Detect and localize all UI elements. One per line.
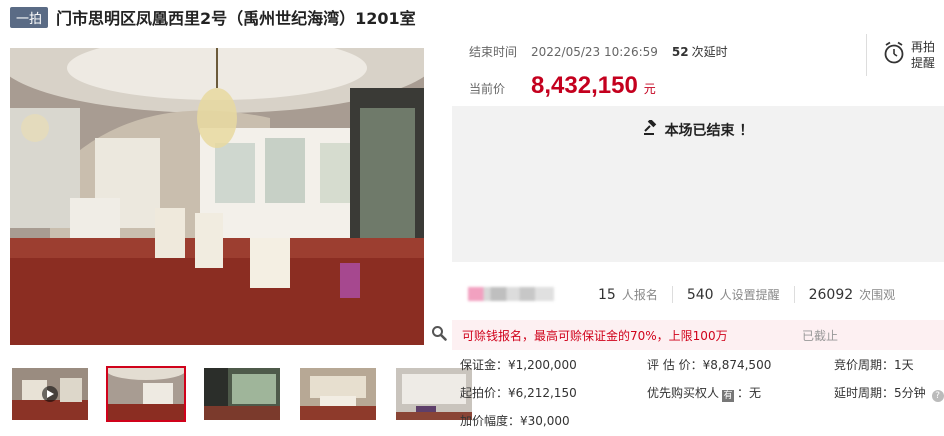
auction-round-badge: 一拍 xyxy=(10,6,49,28)
end-time-row: 结束时间 2022/05/23 10:26:59 52 次延时 xyxy=(469,43,728,60)
price-unit: 元 xyxy=(643,82,656,96)
stat-label: 人设置提醒 xyxy=(719,287,780,302)
play-icon xyxy=(42,386,58,402)
delay-cycle: 延时周期：5分钟? xyxy=(834,384,944,402)
auction-ended-panel: 本场已结束 ！ xyxy=(452,106,944,262)
stat-number: 26092 xyxy=(808,286,854,303)
end-time-value: 2022/05/23 10:26:59 xyxy=(531,44,658,59)
thumbnail-video[interactable] xyxy=(10,366,90,422)
stat-reminders: 540 人设置提醒 xyxy=(673,285,795,303)
stats-row: 15 人报名 540 人设置提醒 26092 次围观 xyxy=(452,276,944,312)
stat-registered: 15 人报名 xyxy=(584,285,673,303)
delay-count: 52 次延时 xyxy=(672,43,728,60)
delay-count-label: 次延时 xyxy=(691,45,728,59)
start-price: 起拍价：¥6,212,150 xyxy=(460,386,577,400)
stat-number: 15 xyxy=(598,286,616,303)
main-photo[interactable] xyxy=(10,48,424,345)
stat-views: 26092 次围观 xyxy=(795,286,910,303)
reauction-remind-button[interactable]: 再拍提醒 xyxy=(866,34,944,76)
delay-cycle-text: 延时周期：5分钟 xyxy=(834,386,926,400)
auction-ended-text: 本场已结束 ！ xyxy=(664,123,754,139)
thumbnail-strip xyxy=(10,366,474,422)
priority-tag-icon: 有 xyxy=(722,390,735,402)
stat-label: 次围观 xyxy=(859,287,896,302)
priority-buyer: 优先购买权人有：无 xyxy=(647,384,761,402)
gavel-icon xyxy=(643,118,659,140)
title-row: 一拍 门市思明区凤凰西里2号（禹州世纪海湾）1201室 xyxy=(10,6,416,28)
end-time-label: 结束时间 xyxy=(469,45,518,59)
help-icon[interactable]: ? xyxy=(931,390,944,402)
current-price-value: 8,432,150 xyxy=(531,72,638,99)
current-price-label: 当前价 xyxy=(469,82,506,96)
stat-number: 540 xyxy=(686,286,714,303)
credit-registration-notice: 可赊钱报名，最高可赊保证金的70%，上限100万 已截止 xyxy=(452,320,944,350)
blurred-username xyxy=(468,287,554,301)
deposit: 保证金：¥1,200,000 xyxy=(460,358,577,372)
delay-count-number: 52 xyxy=(671,45,689,59)
priority-buyer-label: 优先购买权人 xyxy=(647,386,720,400)
bid-cycle: 竞价周期：1天 xyxy=(834,358,914,372)
zoom-icon[interactable] xyxy=(428,322,450,344)
page-title: 门市思明区凤凰西里2号（禹州世纪海湾）1201室 xyxy=(56,9,416,28)
living-room-photo xyxy=(10,48,424,345)
bid-increment: 加价幅度：¥30,000 xyxy=(460,414,570,428)
priority-buyer-value: ：无 xyxy=(737,386,762,400)
current-price-row: 当前价 8,432,150 元 xyxy=(469,72,656,100)
thumbnail[interactable] xyxy=(298,366,378,422)
stat-label: 人报名 xyxy=(621,287,658,302)
thumbnail[interactable] xyxy=(202,366,282,422)
auction-ended-message: 本场已结束 ！ xyxy=(452,118,944,140)
notice-status: 已截止 xyxy=(802,328,839,343)
notice-message[interactable]: 可赊钱报名，最高可赊保证金的70%，上限100万 xyxy=(462,327,802,344)
alarm-clock-icon xyxy=(883,41,905,69)
valuation: 评 估 价：¥8,874,500 xyxy=(647,358,772,372)
reauction-remind-label: 再拍提醒 xyxy=(911,40,936,70)
thumbnail-selected[interactable] xyxy=(106,366,186,422)
